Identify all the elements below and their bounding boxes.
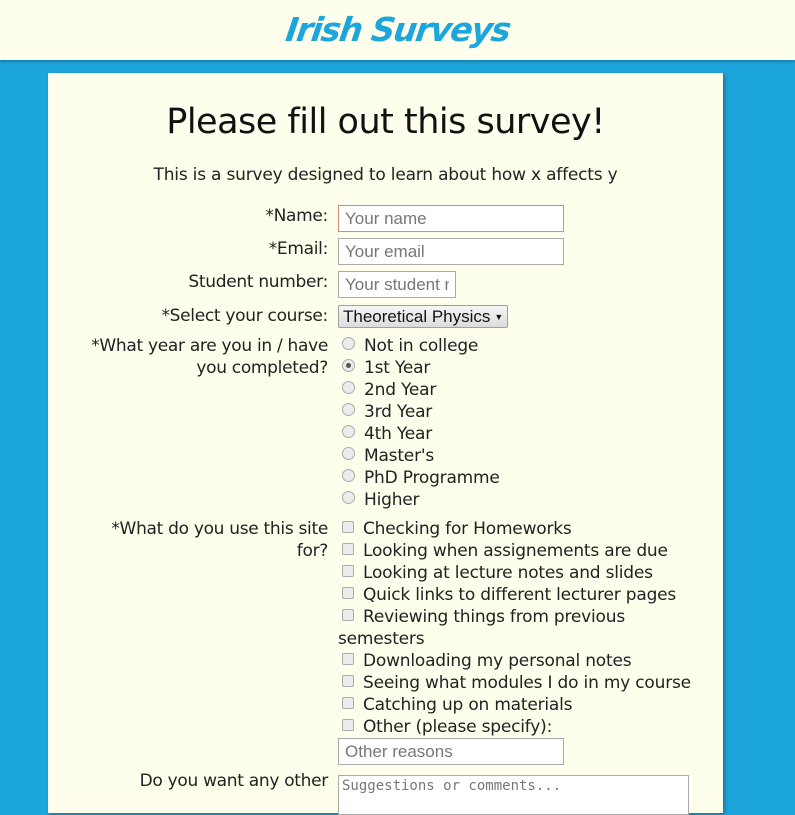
usage-label-line1: *What do you use this site [111, 519, 328, 539]
usage-option[interactable]: Catching up on materials [342, 694, 573, 716]
usage-option-label: Looking at lecture notes and slides [363, 563, 653, 583]
course-label: *Select your course: [161, 306, 328, 326]
checkbox[interactable] [342, 719, 354, 731]
year-option-label: Higher [364, 490, 420, 510]
dropdown-arrow-icon: ▼ [494, 312, 504, 323]
usage-option-label: Looking when assignements are due [363, 541, 668, 561]
year-option[interactable]: PhD Programme [342, 467, 500, 489]
checkbox[interactable] [342, 565, 354, 577]
site-logo[interactable]: Irish Surveys [281, 0, 513, 60]
usage-option-label: Downloading my personal notes [363, 651, 632, 671]
checkbox[interactable] [342, 609, 354, 621]
year-option-label: 1st Year [364, 358, 431, 378]
course-selected-value: Theoretical Physics [343, 307, 491, 326]
usage-option[interactable]: Downloading my personal notes [342, 650, 632, 672]
usage-option-continuation: semesters [338, 629, 425, 649]
name-input[interactable] [338, 205, 564, 232]
year-option-label: Not in college [364, 336, 479, 356]
usage-option[interactable]: Quick links to different lecturer pages [342, 584, 676, 606]
checkbox[interactable] [342, 587, 354, 599]
year-option[interactable]: Not in college [342, 335, 478, 357]
radio-button[interactable] [342, 469, 355, 482]
email-label: *Email: [268, 239, 329, 259]
year-option-label: 3rd Year [364, 402, 433, 422]
checkbox[interactable] [342, 697, 354, 709]
usage-option[interactable]: Looking at lecture notes and slides [342, 562, 653, 584]
usage-option-label: Quick links to different lecturer pages [363, 585, 677, 605]
year-option[interactable]: 3rd Year [342, 401, 432, 423]
radio-button[interactable] [342, 425, 355, 438]
year-option[interactable]: 1st Year [342, 357, 430, 379]
radio-button-checked[interactable] [342, 359, 355, 372]
comments-label: Do you want any other [139, 771, 329, 791]
year-option[interactable]: Master's [342, 445, 434, 467]
student-number-label: Student number: [188, 272, 328, 292]
email-input[interactable] [338, 238, 564, 265]
usage-option[interactable]: Other (please specify): [342, 716, 552, 738]
checkbox[interactable] [342, 675, 354, 687]
year-option-label: Master's [364, 446, 434, 466]
year-label-line1: *What year are you in / have [91, 336, 328, 356]
radio-button[interactable] [342, 381, 355, 394]
usage-option[interactable]: Seeing what modules I do in my course [342, 672, 691, 694]
usage-option-label: Seeing what modules I do in my course [363, 673, 691, 693]
radio-button[interactable] [342, 447, 355, 460]
usage-label-line2: for? [296, 541, 329, 561]
radio-button[interactable] [342, 337, 355, 350]
year-option-label: PhD Programme [364, 468, 500, 488]
usage-option-label: Checking for Homeworks [363, 519, 572, 539]
year-label-line2: you completed? [196, 358, 328, 378]
name-label: *Name: [265, 206, 328, 226]
checkbox[interactable] [342, 543, 354, 555]
survey-card: Please fill out this survey! This is a s… [48, 73, 723, 815]
student-number-input[interactable] [338, 271, 456, 298]
course-select[interactable]: Theoretical Physics ▼ [338, 305, 509, 328]
year-label: *What year are you in / have you complet… [91, 335, 328, 379]
year-option[interactable]: Higher [342, 489, 420, 511]
other-reasons-input[interactable] [338, 738, 564, 765]
comments-textarea[interactable] [338, 775, 689, 815]
year-option[interactable]: 2nd Year [342, 379, 436, 401]
checkbox[interactable] [342, 653, 354, 665]
usage-option-label: Reviewing things from previous [363, 607, 625, 627]
checkbox[interactable] [342, 521, 354, 533]
usage-label: *What do you use this site for? [111, 518, 328, 562]
radio-button[interactable] [342, 491, 355, 504]
survey-description: This is a survey designed to learn about… [153, 165, 618, 185]
usage-option[interactable]: Checking for Homeworks [342, 518, 572, 540]
usage-option-label: Catching up on materials [363, 695, 573, 715]
site-header: Irish Surveys [0, 0, 795, 60]
usage-option-label: Other (please specify): [363, 717, 553, 737]
year-option-label: 4th Year [364, 424, 433, 444]
page-title: Please fill out this survey! [166, 102, 605, 142]
radio-button[interactable] [342, 403, 355, 416]
year-option-label: 2nd Year [364, 380, 437, 400]
usage-option[interactable]: Looking when assignements are due [342, 540, 668, 562]
usage-option[interactable]: Reviewing things from previous [342, 606, 625, 628]
year-option[interactable]: 4th Year [342, 423, 432, 445]
